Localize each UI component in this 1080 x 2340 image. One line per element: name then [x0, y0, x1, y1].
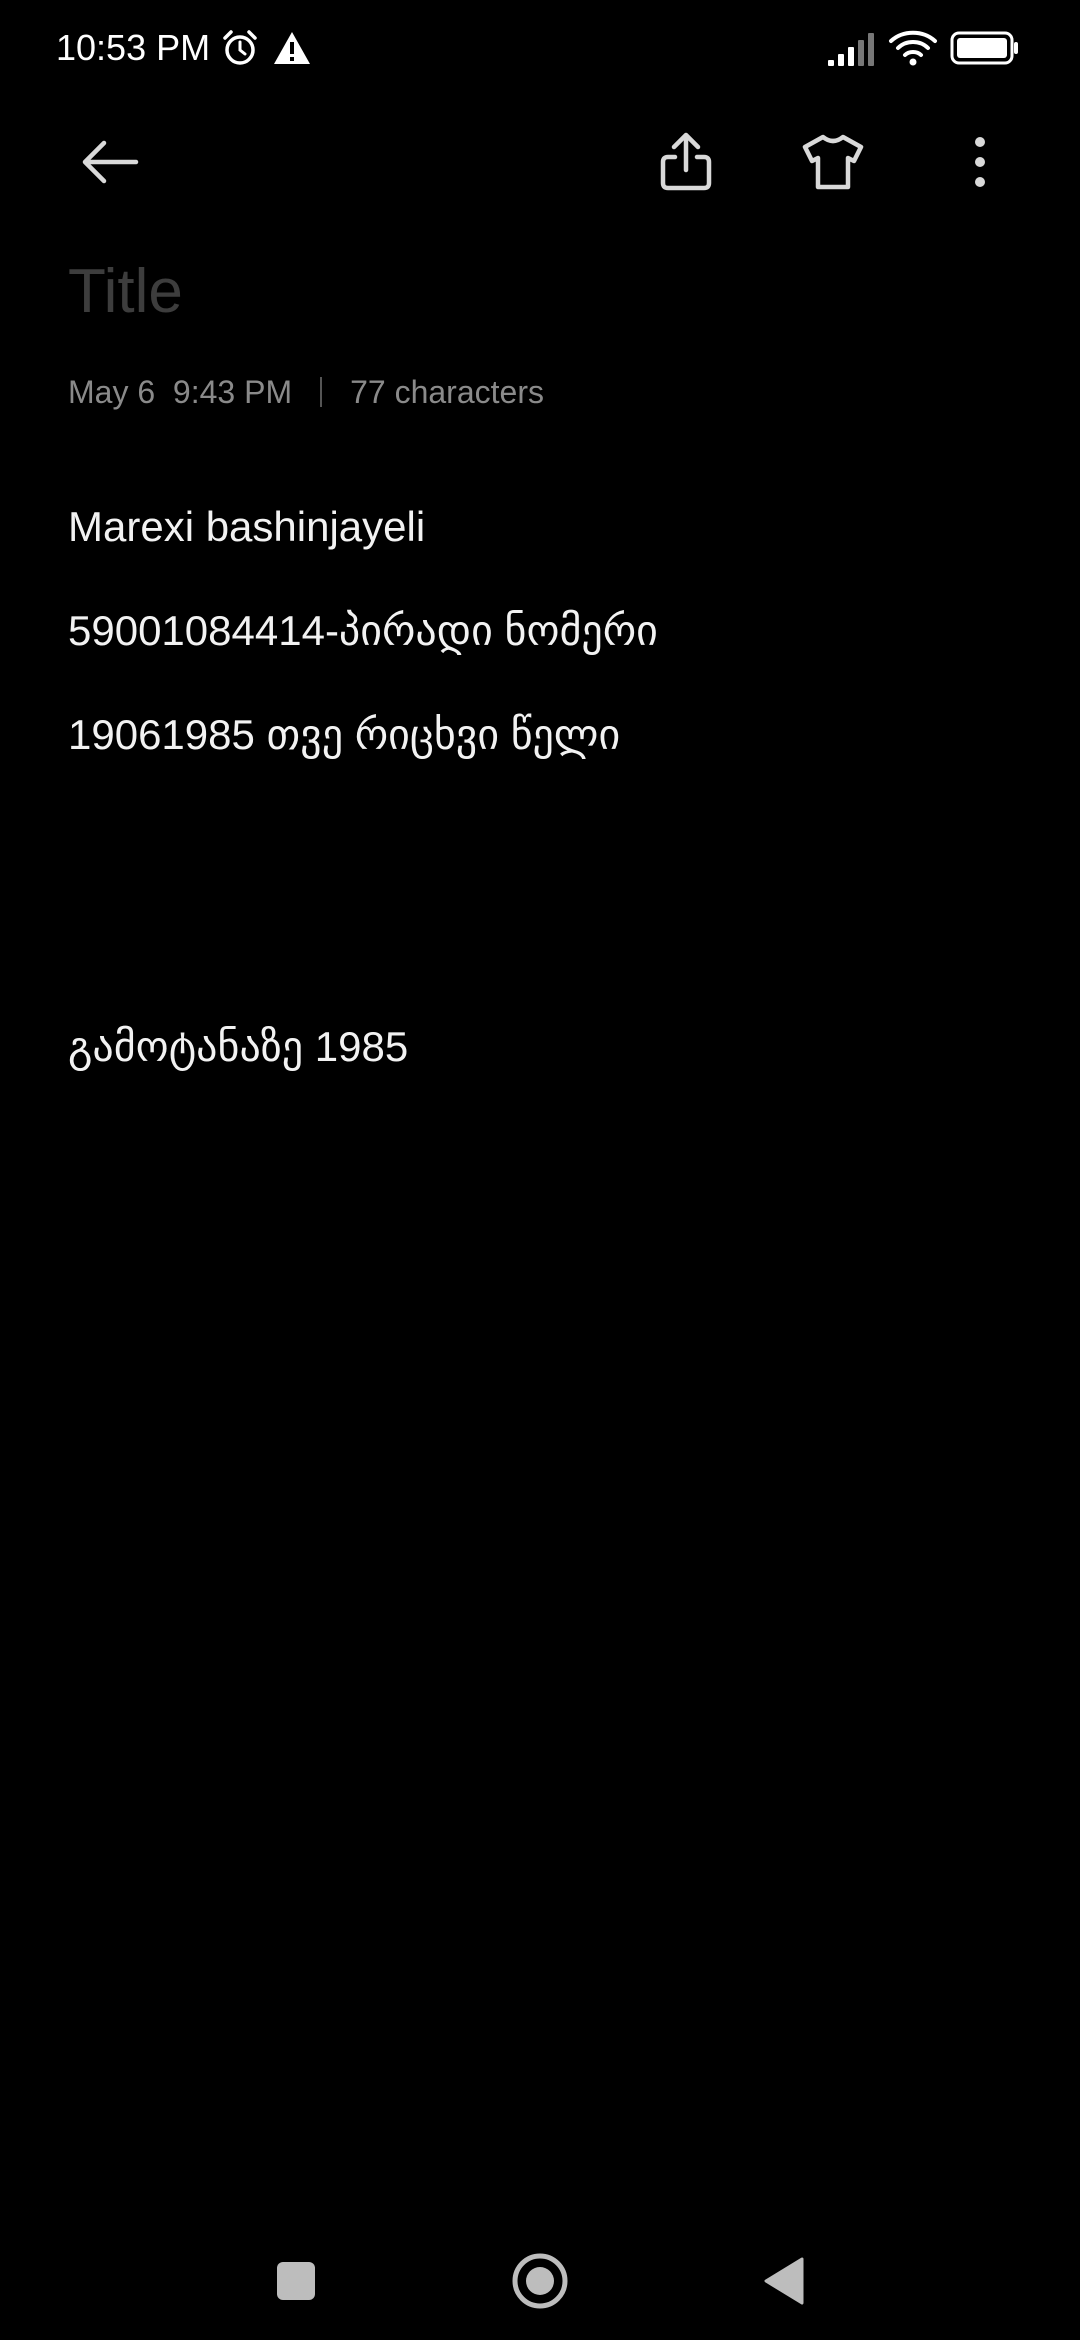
note-toolbar	[0, 110, 1080, 220]
home-button[interactable]	[505, 2246, 575, 2316]
note-meta: May 6 9:43 PM 77 characters	[68, 370, 544, 414]
status-bar: 10:53 PM	[0, 0, 1080, 96]
status-time: 10:53 PM	[56, 27, 211, 68]
warning-icon	[274, 32, 310, 64]
more-options-button[interactable]	[940, 122, 1020, 202]
shirt-icon	[802, 134, 864, 190]
note-date: May 6 9:43 PM	[68, 374, 293, 410]
back-button[interactable]	[70, 122, 150, 202]
meta-divider	[320, 377, 323, 407]
share-button[interactable]	[646, 122, 726, 202]
back-triangle-icon	[764, 2257, 804, 2305]
system-nav-bar	[0, 2220, 1080, 2340]
wifi-icon	[889, 30, 937, 66]
note-body-line[interactable]: გამოტანაზე 1985	[68, 1019, 408, 1075]
alarm-icon	[223, 30, 257, 65]
note-title-input[interactable]: Title	[68, 252, 1008, 332]
theme-button[interactable]	[793, 122, 873, 202]
back-arrow-icon	[82, 140, 139, 184]
recents-icon	[277, 2262, 315, 2300]
note-body-line[interactable]: 59001084414-პირადი ნომერი	[68, 603, 658, 659]
home-icon	[512, 2253, 568, 2309]
more-vert-icon	[975, 137, 985, 187]
share-icon	[660, 132, 712, 191]
signal-icon	[828, 33, 874, 66]
note-body-line[interactable]: Marexi bashinjayeli	[68, 499, 425, 555]
nav-back-button[interactable]	[749, 2246, 819, 2316]
recents-button[interactable]	[261, 2246, 331, 2316]
battery-icon	[950, 31, 1018, 65]
note-body-line[interactable]: 19061985 თვე რიცხვი წელი	[68, 707, 620, 763]
note-char-count: 77 characters	[350, 374, 544, 410]
